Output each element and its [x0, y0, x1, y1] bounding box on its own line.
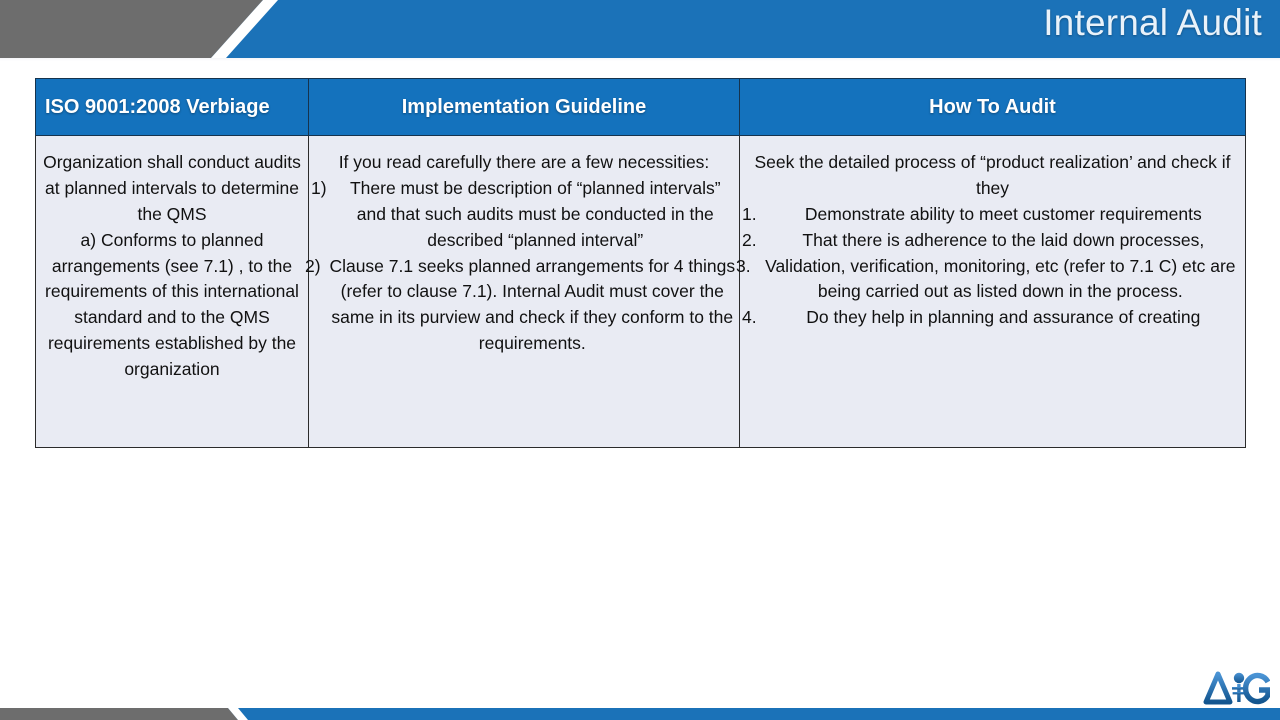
- audit-table-container: ISO 9001:2008 Verbiage Implementation Gu…: [35, 78, 1246, 448]
- audit-table: ISO 9001:2008 Verbiage Implementation Gu…: [35, 78, 1246, 448]
- audit-lead-text: Seek the detailed process of “product re…: [754, 152, 1231, 198]
- page-title: Internal Audit: [1043, 2, 1262, 43]
- audit-list-item: 4. Do they help in planning and assuranc…: [742, 305, 1243, 331]
- bottom-bar-gray-shape: [0, 708, 238, 720]
- iso-paragraph-2: a) Conforms to planned arrangements (see…: [45, 229, 299, 380]
- column-header-how-to-audit: How To Audit: [739, 78, 1246, 136]
- audit-list-item: 1. Demonstrate ability to meet customer …: [742, 202, 1243, 228]
- banner-gray-shape: [0, 0, 263, 58]
- cell-implementation-guideline: If you read carefully there are a few ne…: [305, 135, 740, 448]
- guideline-lead-text: If you read carefully there are a few ne…: [338, 152, 710, 172]
- banner-underline: [0, 58, 1280, 61]
- list-text: Clause 7.1 seeks planned arrangements fo…: [329, 255, 736, 354]
- list-marker: 2.: [742, 229, 757, 250]
- list-text: There must be description of “planned in…: [349, 177, 721, 250]
- table-header-row: ISO 9001:2008 Verbiage Implementation Gu…: [35, 78, 1246, 136]
- iso-paragraph-1: Organization shall conduct audits at pla…: [43, 152, 301, 224]
- table-row: Organization shall conduct audits at pla…: [35, 135, 1246, 448]
- audit-list-item: 3. Validation, verification, monitoring,…: [736, 254, 1243, 306]
- guideline-list-item: 1) There must be description of “planned…: [311, 176, 737, 254]
- list-text: Validation, verification, monitoring, et…: [765, 255, 1236, 302]
- guideline-list-item: 2) Clause 7.1 seeks planned arrangements…: [305, 254, 737, 358]
- cell-how-to-audit: Seek the detailed process of “product re…: [736, 135, 1246, 448]
- audit-list-item: 2. That there is adherence to the laid d…: [742, 228, 1243, 254]
- list-marker: 4.: [742, 307, 757, 328]
- column-header-iso: ISO 9001:2008 Verbiage: [35, 78, 309, 136]
- list-text: That there is adherence to the laid down…: [802, 229, 1205, 250]
- top-banner: Internal Audit: [0, 0, 1280, 58]
- column-header-implementation: Implementation Guideline: [308, 78, 740, 136]
- list-marker: 3.: [736, 255, 751, 276]
- list-text: Do they help in planning and assurance o…: [806, 307, 1201, 328]
- list-text: Demonstrate ability to meet customer req…: [804, 203, 1202, 224]
- list-marker: 1.: [742, 203, 757, 224]
- aig-logo: [1184, 666, 1271, 708]
- list-marker: 2): [305, 255, 321, 276]
- aig-logo-icon: [1203, 671, 1271, 705]
- list-marker: 1): [311, 177, 327, 198]
- bottom-bar: [0, 708, 1280, 720]
- cell-iso-verbiage: Organization shall conduct audits at pla…: [35, 135, 309, 448]
